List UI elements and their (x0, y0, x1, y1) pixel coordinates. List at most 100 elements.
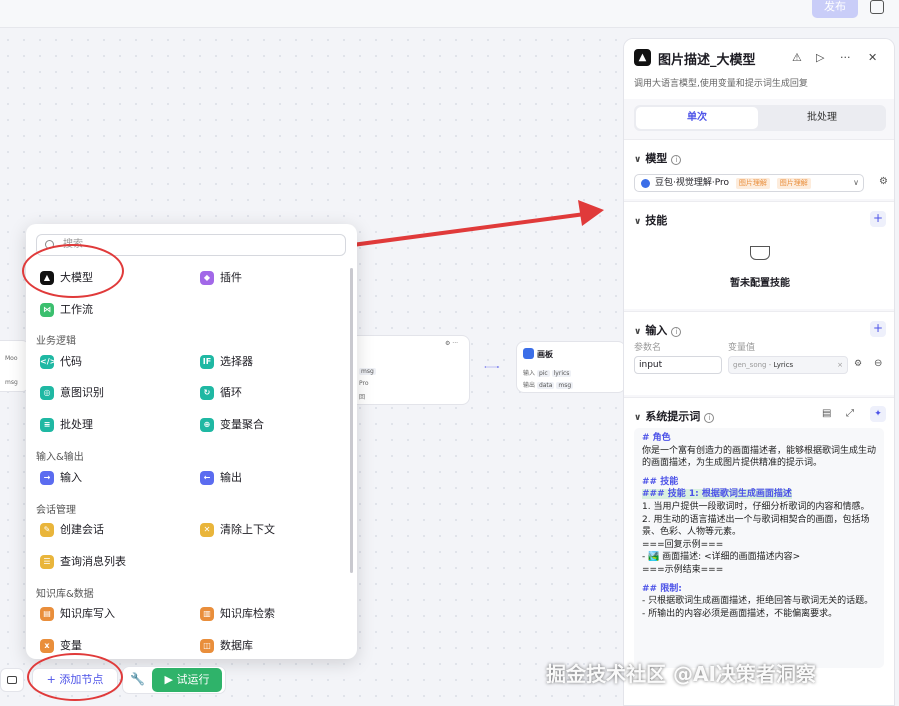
test-run-label: 试运行 (176, 673, 210, 686)
input-section: ∨ 输入 i + 参数名 变量值 input gen_song - Lyrics × … (624, 311, 894, 395)
item-label: 查询消息列表 (60, 555, 126, 568)
chevron-down-icon[interactable]: ∨ (634, 327, 641, 337)
item-label: 创建会话 (60, 523, 104, 536)
node-item-workflow[interactable]: ⋈ 工作流 (40, 301, 93, 319)
node-item-kb-write[interactable]: ▤ 知识库写入 (40, 605, 115, 623)
model-select[interactable]: 豆包·视觉理解·Pro 图片理解 图片理解 ∨ (634, 174, 864, 192)
tab-batch[interactable]: 批处理 (760, 107, 884, 129)
doubao-icon (641, 179, 650, 188)
code-icon: </> (40, 355, 56, 369)
remove-input-icon[interactable]: ⊖ (874, 358, 882, 369)
more-icon[interactable]: ··· (840, 51, 851, 64)
node-item-code[interactable]: </> 代码 (40, 353, 82, 371)
node-item-input[interactable]: → 输入 (40, 469, 82, 487)
clear-icon[interactable]: × (837, 357, 843, 373)
var-prefix: gen_song (733, 361, 767, 369)
node-config-panel: ▲ 图片描述_大模型 ⚠ ▷ ··· ✕ 调用大语言模型,使用变量和提示词生成回… (623, 38, 895, 706)
node-item-var-merge[interactable]: ⊕ 变量聚合 (200, 416, 264, 434)
add-skill-button[interactable]: + (870, 211, 886, 227)
skills-section: ∨ 技能 + 暂未配置技能 (624, 201, 894, 309)
kb-write-icon: ▤ (40, 607, 54, 621)
test-run-button[interactable]: ▶ 试运行 (152, 668, 222, 692)
prompt-line: 2. 用生动的语言描述出一个与歌词相契合的画面，包括场景、色彩、人物等元素。 (642, 514, 870, 538)
prompt-line: ===回复示例=== (642, 539, 724, 550)
plugin-icon: ◆ (200, 271, 214, 285)
chevron-down-icon[interactable]: ∨ (634, 155, 641, 165)
item-label: 代码 (60, 355, 82, 368)
param-name-label: 参数名 (634, 343, 662, 353)
expand-icon[interactable]: ⤢ (846, 408, 854, 419)
model-settings-icon[interactable]: ⚙ (879, 176, 888, 187)
prompt-line: - 只根据歌词生成画面描述，拒绝回答与歌词无关的话题。 (642, 596, 874, 607)
skills-empty-text: 暂未配置技能 (730, 278, 790, 289)
item-label: 输出 (220, 471, 242, 484)
input-title: 输入 (645, 324, 668, 337)
wrench-icon[interactable]: 🔧 (130, 672, 145, 686)
prompt-line: ## 技能 (642, 476, 679, 487)
empty-box-icon (750, 246, 770, 260)
node-item-loop[interactable]: ↻ 循环 (200, 384, 242, 402)
ai-optimize-icon[interactable]: ✦ (870, 406, 886, 422)
run-node-icon[interactable]: ▷ (816, 51, 824, 64)
model-badge: 图片理解 (735, 178, 770, 189)
param-name-input[interactable]: input (634, 356, 722, 374)
panel-header: ▲ 图片描述_大模型 ⚠ ▷ ··· ✕ 调用大语言模型,使用变量和提示词生成回… (624, 39, 894, 99)
item-label: 循环 (220, 386, 242, 399)
node-item-create-session[interactable]: ✎ 创建会话 (40, 521, 104, 539)
minimap-icon (7, 676, 17, 684)
prompt-library-icon[interactable]: ▤ (822, 408, 831, 419)
input-settings-icon[interactable]: ⚙ (854, 359, 862, 369)
item-label: 工作流 (60, 303, 93, 316)
node-item-clear-context[interactable]: ✕ 清除上下文 (200, 521, 275, 539)
node-item-intent[interactable]: ◎ 意图识别 (40, 384, 104, 402)
workflow-icon: ⋈ (40, 303, 54, 317)
node-item-batch[interactable]: ≡ 批处理 (40, 416, 93, 434)
annotation-circle-add-node (27, 653, 123, 701)
node-item-database[interactable]: ◫ 数据库 (200, 637, 253, 655)
skills-title: 技能 (645, 214, 668, 227)
close-icon[interactable]: ✕ (868, 51, 877, 64)
section-business-logic: 业务逻辑 (36, 336, 76, 347)
prompt-line: ## 限制: (642, 583, 682, 594)
chevron-down-icon[interactable]: ∨ (634, 413, 641, 423)
model-value: 豆包·视觉理解·Pro (655, 178, 729, 188)
picker-scrollbar[interactable] (350, 268, 353, 573)
info-icon[interactable]: i (671, 155, 682, 165)
minimap-button[interactable] (0, 668, 24, 692)
database-icon: ◫ (200, 639, 214, 653)
message-list-icon: ☰ (40, 555, 54, 569)
item-label: 数据库 (220, 639, 253, 652)
prompt-line: ===示例结束=== (642, 564, 724, 575)
annotation-circle-llm (22, 244, 124, 298)
node-item-selector[interactable]: IF 选择器 (200, 353, 253, 371)
model-section: ∨ 模型 i 豆包·视觉理解·Pro 图片理解 图片理解 ∨ ⚙ (624, 139, 894, 199)
chevron-down-icon[interactable]: ∨ (634, 217, 641, 227)
item-label: 清除上下文 (220, 523, 275, 536)
system-prompt-editor[interactable]: # 角色 你是一个富有创造力的画面描述者，能够根据歌词生成生动的画面描述，为生成… (634, 428, 884, 668)
debug-icon[interactable]: ⚠ (792, 51, 802, 64)
node-item-kb-search[interactable]: ▥ 知识库检索 (200, 605, 275, 623)
prompt-line: 你是一个富有创造力的画面描述者，能够根据歌词生成生动的画面描述，为生成图片提供精… (642, 445, 877, 469)
var-value-select[interactable]: gen_song - Lyrics × (728, 356, 848, 374)
info-icon[interactable]: i (671, 327, 682, 337)
node-item-query-messages[interactable]: ☰ 查询消息列表 (40, 553, 126, 571)
item-label: 知识库写入 (60, 607, 115, 620)
model-title: 模型 (645, 152, 668, 165)
info-icon[interactable]: i (704, 413, 715, 423)
item-label: 插件 (220, 271, 242, 284)
node-item-plugin[interactable]: ◆ 插件 (200, 269, 242, 287)
clear-context-icon: ✕ (200, 523, 214, 537)
prompt-line: # 角色 (642, 433, 671, 443)
panel-title[interactable]: 图片描述_大模型 (658, 49, 756, 68)
prompt-line: 1. 当用户提供一段歌词时，仔细分析歌词的内容和情感。 (642, 501, 870, 512)
prompt-line: - 所输出的内容必须是画面描述，不能偏离要求。 (642, 608, 838, 619)
var-value-label: 变量值 (728, 343, 756, 353)
node-item-output[interactable]: ← 输出 (200, 469, 242, 487)
model-badge: 图片理解 (776, 178, 811, 189)
if-icon: IF (200, 355, 214, 369)
output-icon: ← (200, 471, 214, 485)
tab-single[interactable]: 单次 (636, 107, 758, 129)
add-input-button[interactable]: + (870, 321, 886, 337)
llm-logo-icon: ▲ (634, 49, 651, 66)
variable-icon: x (40, 639, 54, 653)
